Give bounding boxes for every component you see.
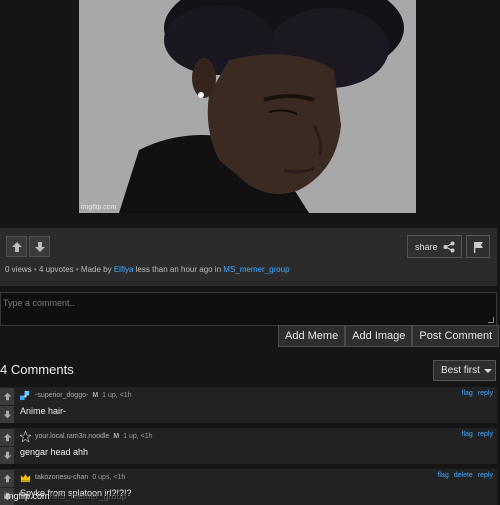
comment-upvote-button[interactable]: [0, 470, 14, 487]
comment-downvote-button[interactable]: [0, 447, 14, 464]
upvote-button[interactable]: [6, 236, 27, 257]
user-avatar-icon[interactable]: [20, 390, 31, 401]
comment-username[interactable]: takozonesu-chan: [35, 474, 88, 481]
comments-count-title: 4 Comments: [0, 362, 74, 377]
downvote-button[interactable]: [29, 236, 50, 257]
comment-input[interactable]: Type a comment..: [0, 292, 497, 326]
arrow-down-icon: [3, 410, 11, 419]
upvotes-count: 4 upvotes: [38, 265, 74, 274]
comment-links: flag reply: [462, 390, 493, 397]
post-time: less than an hour ago in: [135, 265, 222, 274]
footer-watermark-text: imgflip.com: [4, 491, 50, 501]
flag-button[interactable]: [466, 235, 490, 258]
stream-link[interactable]: MS_memer_group: [223, 265, 289, 274]
comment-flag-link[interactable]: flag: [437, 472, 448, 479]
sort-label: Best first: [441, 365, 480, 376]
resize-handle[interactable]: [488, 317, 494, 323]
comment-text: gengar head ahh: [20, 447, 89, 457]
comment-upvote-button[interactable]: [0, 388, 14, 405]
meme-photo: [79, 0, 416, 213]
sort-dropdown[interactable]: Best first: [433, 360, 496, 381]
post-meta: 0 views • 4 upvotes • Made by Elflya les…: [5, 265, 290, 274]
comment-header: -superior_doggo- M 1 up, <1h: [20, 390, 132, 401]
arrow-down-icon: [34, 241, 45, 252]
comment-reply-link[interactable]: reply: [478, 472, 493, 479]
views-count: 0 views: [5, 265, 32, 274]
share-label: share: [415, 241, 438, 252]
footer-watermark: imgflip.com/MS_memer_group: [4, 491, 127, 501]
comment-upvote-button[interactable]: [0, 429, 14, 446]
arrow-up-icon: [3, 433, 11, 442]
comment-flag-link[interactable]: flag: [462, 431, 473, 438]
chevron-down-icon: [483, 368, 492, 373]
arrow-up-icon: [3, 474, 11, 483]
arrow-up-icon: [11, 241, 22, 252]
comment-stats: 1 up, <1h: [123, 433, 153, 440]
comment-stats: 0 ups, <1h: [92, 474, 126, 481]
comment-reply-link[interactable]: reply: [478, 431, 493, 438]
comment-flag-link[interactable]: flag: [462, 390, 473, 397]
post-comment-button[interactable]: Post Comment: [412, 325, 500, 347]
mod-badge: M: [113, 433, 120, 440]
comment-item: -superior_doggo- M 1 up, <1h flag reply …: [0, 387, 497, 423]
add-image-button[interactable]: Add Image: [345, 325, 413, 347]
arrow-up-icon: [3, 392, 11, 401]
comment-links: flag reply: [462, 431, 493, 438]
share-button[interactable]: share: [407, 235, 462, 258]
footer-faint-text: /MS_memer_group: [49, 491, 127, 501]
comment-placeholder: Type a comment..: [3, 298, 75, 308]
crown-avatar-icon[interactable]: [20, 472, 31, 483]
flag-icon: [473, 241, 483, 253]
comment-username[interactable]: your.local.ram3n.noodle: [35, 433, 109, 440]
arrow-down-icon: [3, 451, 11, 460]
star-avatar-icon[interactable]: [20, 431, 31, 442]
comment-links: flag delete reply: [437, 472, 493, 479]
comment-actions: Add Meme Add Image Post Comment: [278, 325, 500, 347]
comment-reply-link[interactable]: reply: [478, 390, 493, 397]
post-action-bar: share 0 views • 4 upvotes • Made by Elfl…: [0, 228, 497, 286]
mod-badge: M: [92, 392, 99, 399]
comment-text: Anime hair-: [20, 406, 67, 416]
meme-image[interactable]: imgflip.com: [79, 0, 416, 213]
comment-header: takozonesu-chan 0 ups, <1h: [20, 472, 125, 483]
comment-delete-link[interactable]: delete: [454, 472, 473, 479]
author-link[interactable]: Elflya: [114, 265, 134, 274]
meme-watermark: imgflip.com: [81, 204, 117, 211]
made-by-label: Made by: [80, 265, 112, 274]
add-meme-button[interactable]: Add Meme: [278, 325, 346, 347]
comment-username[interactable]: -superior_doggo-: [35, 392, 88, 399]
comment-downvote-button[interactable]: [0, 406, 14, 423]
share-icon: [443, 241, 455, 252]
comment-stats: 1 up, <1h: [102, 392, 132, 399]
comment-item: your.local.ram3n.noodle M 1 up, <1h flag…: [0, 428, 497, 464]
comment-header: your.local.ram3n.noodle M 1 up, <1h: [20, 431, 153, 442]
